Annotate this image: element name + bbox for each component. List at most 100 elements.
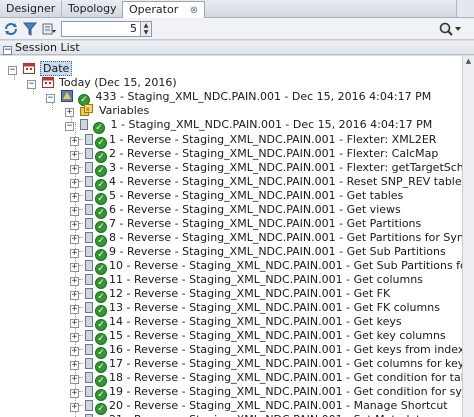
tree-connector (79, 153, 83, 154)
session-count-input[interactable]: 5 (61, 21, 141, 37)
task-icon (85, 400, 93, 411)
expand-icon[interactable]: + (65, 108, 74, 117)
collapse-icon[interactable]: − (65, 122, 74, 131)
svg-text:x: x (86, 106, 90, 113)
tree-node-label: 5 - Reverse - Staging_XML_NDC.PAIN.001 -… (109, 189, 404, 202)
tree-connector (79, 307, 83, 308)
filter-icon[interactable] (22, 21, 38, 37)
tree-node-label: 19 - Reverse - Staging_XML_NDC.PAIN.001 … (109, 385, 462, 398)
tree-node-label: 7 - Reverse - Staging_XML_NDC.PAIN.001 -… (109, 217, 422, 230)
tree-connector (79, 195, 83, 196)
tree-node-label: 433 - Staging_XML_NDC.PAIN.001 - Dec 15,… (95, 90, 432, 103)
tree-connector (79, 335, 83, 336)
tree-node-task[interactable]: + ✓ 17 - Reverse - Staging_XML_NDC.PAIN.00… (70, 357, 462, 373)
stepper-down-icon[interactable]: ▼ (141, 29, 151, 36)
tree-node-task[interactable]: + ✓ 7 - Reverse - Staging_XML_NDC.PAIN.001… (70, 217, 422, 233)
expand-icon[interactable]: + (70, 263, 79, 272)
expand-icon[interactable]: + (70, 151, 79, 160)
tree-node-label: 6 - Reverse - Staging_XML_NDC.PAIN.001 -… (109, 203, 401, 216)
tree-connector (79, 251, 83, 252)
expand-icon[interactable]: + (70, 235, 79, 244)
tree-node-date[interactable]: − Date (8, 61, 73, 76)
tree-node-task[interactable]: + ✓ 15 - Reverse - Staging_XML_NDC.PAIN.00… (70, 329, 446, 345)
collapse-icon[interactable]: − (3, 46, 12, 55)
expand-icon[interactable]: + (70, 137, 79, 146)
session-icon (60, 90, 73, 105)
tree-node-label: 20 - Reverse - Staging_XML_NDC.PAIN.001 … (109, 399, 448, 412)
tree-node-task[interactable]: + ✓ 11 - Reverse - Staging_XML_NDC.PAIN.00… (70, 273, 423, 289)
task-icon (85, 190, 93, 201)
tree-node-task[interactable]: + ✓ 20 - Reverse - Staging_XML_NDC.PAIN.00… (70, 399, 448, 415)
collapse-icon[interactable]: − (8, 66, 17, 75)
expand-icon[interactable]: + (70, 319, 79, 328)
tree-node-task[interactable]: + ✓ 13 - Reverse - Staging_XML_NDC.PAIN.00… (70, 301, 440, 317)
refresh-icon[interactable] (3, 21, 19, 37)
task-icon (85, 302, 93, 313)
toolbar: 5 ▲ ▼ (0, 18, 474, 40)
options-icon[interactable] (41, 21, 57, 37)
tree-node-task[interactable]: +✓21 - Reverse - Staging_XML_NDC.PAIN.00… (70, 413, 427, 417)
tree-node-task[interactable]: + ✓ 19 - Reverse - Staging_XML_NDC.PAIN.00… (70, 385, 462, 401)
tree-node-task[interactable]: + ✓ 4 - Reverse - Staging_XML_NDC.PAIN.001… (70, 175, 462, 191)
tree-connector (79, 139, 83, 140)
tree-node-task[interactable]: + ✓ 10 - Reverse - Staging_XML_NDC.PAIN.00… (70, 259, 462, 275)
search-icon[interactable] (438, 21, 462, 37)
expand-icon[interactable]: + (70, 375, 79, 384)
tree-node-task[interactable]: + ✓ 9 - Reverse - Staging_XML_NDC.PAIN.001… (70, 245, 446, 261)
tab-designer[interactable]: Designer (0, 1, 63, 18)
tree-node-label: 12 - Reverse - Staging_XML_NDC.PAIN.001 … (109, 287, 391, 300)
tree-node-step[interactable]: − ✓ 1 - Staging_XML_NDC.PAIN.001 - Dec 1… (65, 118, 432, 134)
vertical-scrollbar[interactable]: ▲ (462, 56, 474, 417)
tree-node-task[interactable]: + ✓ 14 - Reverse - Staging_XML_NDC.PAIN.00… (70, 315, 402, 331)
tree-connector (79, 405, 83, 406)
expand-icon[interactable]: + (70, 361, 79, 370)
step-icon (79, 119, 88, 130)
tree-node-variables[interactable]: + x Variables (65, 104, 149, 117)
expand-icon[interactable]: + (70, 277, 79, 286)
close-icon[interactable]: ⊗ (190, 3, 198, 19)
tree-node-today[interactable]: − Today (Dec 15, 2016) (27, 76, 177, 89)
tree-connector (79, 349, 83, 350)
tab-topology[interactable]: Topology (62, 1, 124, 18)
task-icon (85, 260, 93, 271)
calendar-icon (41, 76, 54, 91)
collapse-icon[interactable]: − (27, 80, 36, 89)
expand-icon[interactable]: + (70, 193, 79, 202)
expand-icon[interactable]: + (70, 403, 79, 412)
expand-icon[interactable]: + (70, 291, 79, 300)
task-icon (85, 162, 93, 173)
expand-icon[interactable]: + (70, 333, 79, 342)
expand-icon[interactable]: + (70, 179, 79, 188)
stepper-up-icon[interactable]: ▲ (141, 22, 151, 29)
expand-icon[interactable]: + (70, 305, 79, 314)
expand-icon[interactable]: + (70, 249, 79, 258)
tree-node-task[interactable]: + ✓ 12 - Reverse - Staging_XML_NDC.PAIN.00… (70, 287, 391, 303)
expand-icon[interactable]: + (70, 165, 79, 174)
tree-node-task[interactable]: + ✓ 1 - Reverse - Staging_XML_NDC.PAIN.001… (70, 133, 436, 149)
tree-node-label: 15 - Reverse - Staging_XML_NDC.PAIN.001 … (109, 329, 446, 342)
expand-icon[interactable]: + (70, 347, 79, 356)
task-icon (85, 218, 93, 229)
expand-icon[interactable]: + (70, 207, 79, 216)
expand-icon[interactable]: + (70, 389, 79, 398)
tree-node-task[interactable]: + ✓ 5 - Reverse - Staging_XML_NDC.PAIN.001… (70, 189, 404, 205)
session-list-header[interactable]: − Session List (0, 41, 474, 55)
tree-node-label: Date (40, 61, 73, 76)
tree-node-task[interactable]: + ✓ 16 - Reverse - Staging_XML_NDC.PAIN.00… (70, 343, 462, 359)
expand-icon[interactable]: + (70, 221, 79, 230)
tab-topology-label: Topology (68, 2, 117, 15)
tab-menu-button[interactable] (456, 0, 474, 17)
tree-connector (79, 223, 83, 224)
tree-node-task[interactable]: + ✓ 6 - Reverse - Staging_XML_NDC.PAIN.001… (70, 203, 401, 219)
tree-node-session[interactable]: − ✓ 433 - Staging_XML_NDC.PAIN.001 - Dec… (46, 90, 432, 106)
tree-node-task[interactable]: + ✓ 2 - Reverse - Staging_XML_NDC.PAIN.001… (70, 147, 438, 163)
tab-operator[interactable]: Operator ⊗ (122, 1, 206, 19)
tree-node-task[interactable]: + ✓ 18 - Reverse - Staging_XML_NDC.PAIN.00… (70, 371, 462, 387)
tree-node-task[interactable]: + ✓ 8 - Reverse - Staging_XML_NDC.PAIN.001… (70, 231, 462, 247)
task-icon (85, 134, 93, 145)
collapse-icon[interactable]: − (46, 94, 55, 103)
session-count-stepper[interactable]: ▲ ▼ (141, 21, 152, 37)
tab-designer-label: Designer (6, 2, 56, 15)
tree-node-task[interactable]: + ✓ 3 - Reverse - Staging_XML_NDC.PAIN.001… (70, 161, 462, 177)
scroll-up-icon[interactable]: ▲ (464, 57, 473, 66)
